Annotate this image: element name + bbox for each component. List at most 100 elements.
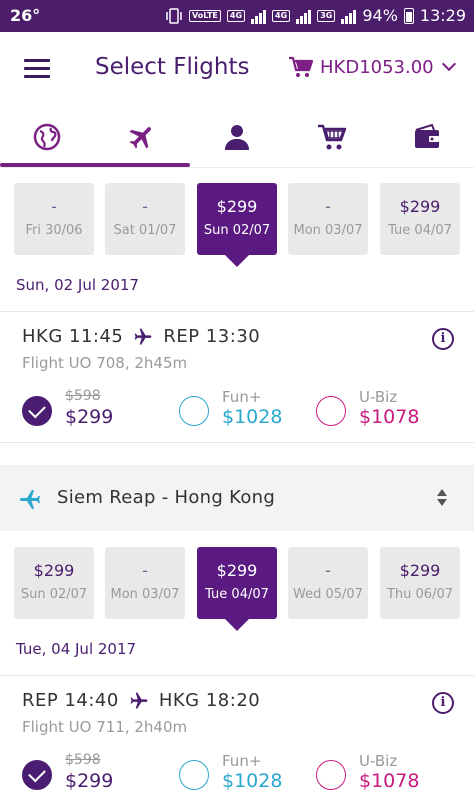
status-icons: VoLTE 4G 4G 3G 94% 13:29 [165, 6, 466, 25]
phone-vibrate-icon [166, 7, 182, 24]
tab-extras[interactable] [284, 106, 379, 168]
return-segment-header[interactable]: Siem Reap - Hong Kong [0, 465, 474, 531]
battery-icon [403, 7, 414, 24]
clock: 13:29 [419, 6, 466, 25]
cart-total-amount: HKD1053.00 [320, 56, 434, 78]
fare-old-price: $598 [65, 388, 101, 404]
date-price: - [142, 561, 148, 580]
date-price: - [51, 197, 57, 216]
fare-price: $1028 [222, 406, 283, 428]
fare-label: Fun+ [222, 388, 262, 406]
fare-label: Fun+ [222, 752, 262, 770]
date-option[interactable]: - Sat 01/07 [105, 183, 185, 255]
person-icon [224, 125, 249, 150]
signal-icon [251, 8, 267, 24]
status-bar: 26° VoLTE 4G 4G 3G 94% 13:29 [0, 0, 474, 32]
cart-icon [289, 56, 314, 77]
date-option[interactable]: $299 Thu 06/07 [380, 547, 460, 619]
page-title: Select Flights [95, 54, 250, 80]
cart-total-dropdown[interactable]: HKD1053.00 [288, 56, 456, 78]
fare-label: U-Biz [359, 752, 398, 770]
fare-price: $1078 [359, 770, 420, 792]
date-price: $299 [399, 561, 441, 580]
divider [0, 442, 474, 443]
fare-price: $299 [65, 770, 114, 792]
arrival: REP 13:30 [163, 326, 261, 347]
date-day: Mon 03/07 [293, 223, 363, 238]
fare-old-price: $598 [65, 752, 101, 768]
date-price: $299 [399, 197, 441, 216]
fare-price: $1078 [359, 406, 420, 428]
date-day: Sat 01/07 [113, 223, 177, 238]
fare-option-ubiz[interactable]: U-Biz $1078 [316, 750, 456, 796]
arrival: HKG 18:20 [158, 690, 261, 711]
inbound-day-label: Tue, 04 Jul 2017 [16, 640, 137, 658]
checkmark-icon[interactable] [22, 396, 52, 426]
radio-button[interactable] [179, 396, 209, 426]
fare-option-standard[interactable]: $598 $299 [22, 386, 162, 432]
date-option[interactable]: $299 Sun 02/07 [14, 547, 94, 619]
date-option[interactable]: - Mon 03/07 [105, 547, 185, 619]
date-option[interactable]: - Mon 03/07 [288, 183, 368, 255]
flight-number: Flight UO 708, 2h45m [22, 354, 188, 372]
departure: REP 14:40 [22, 690, 119, 711]
temperature: 26° [10, 6, 41, 25]
date-price: - [325, 197, 331, 216]
tab-destination[interactable] [0, 106, 95, 168]
date-price: $299 [33, 561, 75, 580]
segment-title: Siem Reap - Hong Kong [57, 487, 276, 508]
flight-number: Flight UO 711, 2h40m [22, 718, 188, 736]
booking-steps-tabs [0, 106, 474, 168]
date-price: $299 [216, 197, 258, 216]
fare-option-fun-plus[interactable]: Fun+ $1028 [179, 750, 309, 796]
fare-option-standard[interactable]: $598 $299 [22, 750, 162, 796]
date-day: Wed 05/07 [293, 587, 363, 602]
date-option[interactable]: $299 Tue 04/07 [380, 183, 460, 255]
plane-icon [135, 328, 152, 344]
signal-icon-3 [341, 8, 357, 24]
date-day: Sun 02/07 [203, 223, 271, 238]
date-price: - [142, 197, 148, 216]
divider [0, 675, 474, 676]
flight-route: REP 14:40 HKG 18:20 [22, 690, 260, 711]
info-icon[interactable]: i [432, 692, 454, 714]
cart-icon [317, 124, 346, 150]
date-option[interactable]: - Fri 30/06 [14, 183, 94, 255]
network-3g-badge: 3G [317, 9, 336, 22]
volte-badge: VoLTE [188, 9, 221, 22]
wallet-icon [414, 124, 439, 148]
plane-icon [20, 490, 40, 509]
date-option-selected[interactable]: $299 Sun 02/07 [197, 183, 277, 267]
divider [0, 311, 474, 312]
date-day: Tue 04/07 [205, 587, 269, 602]
battery-percent: 94% [362, 6, 398, 25]
app-header: Select Flights HKD1053.00 [0, 32, 474, 106]
radio-button[interactable] [316, 396, 346, 426]
date-option[interactable]: - Wed 05/07 [288, 547, 368, 619]
menu-icon[interactable] [24, 59, 50, 79]
fare-price: $299 [65, 406, 114, 428]
sort-icon[interactable] [437, 489, 447, 507]
date-price: - [325, 561, 331, 580]
date-day: Thu 06/07 [386, 587, 453, 602]
departure: HKG 11:45 [22, 326, 124, 347]
date-day: Mon 03/07 [110, 587, 180, 602]
fare-option-ubiz[interactable]: U-Biz $1078 [316, 386, 456, 432]
checkmark-icon[interactable] [22, 760, 52, 790]
inbound-date-selector: $299 Sun 02/07 - Mon 03/07 $299 Tue 04/0… [0, 547, 474, 635]
plane-icon [130, 692, 148, 708]
chevron-down-icon [441, 56, 456, 72]
date-day: Tue 04/07 [388, 223, 452, 238]
tab-flights[interactable] [95, 106, 190, 168]
tab-payment[interactable] [379, 106, 474, 168]
radio-button[interactable] [316, 760, 346, 790]
network-4g-badge: 4G [226, 9, 246, 22]
signal-icon-2 [296, 8, 312, 24]
globe-icon [34, 123, 61, 151]
date-option-selected[interactable]: $299 Tue 04/07 [197, 547, 277, 631]
tab-passengers[interactable] [190, 106, 285, 168]
radio-button[interactable] [179, 760, 209, 790]
fare-option-fun-plus[interactable]: Fun+ $1028 [179, 386, 309, 432]
date-day: Fri 30/06 [25, 223, 83, 238]
info-icon[interactable]: i [432, 328, 454, 350]
